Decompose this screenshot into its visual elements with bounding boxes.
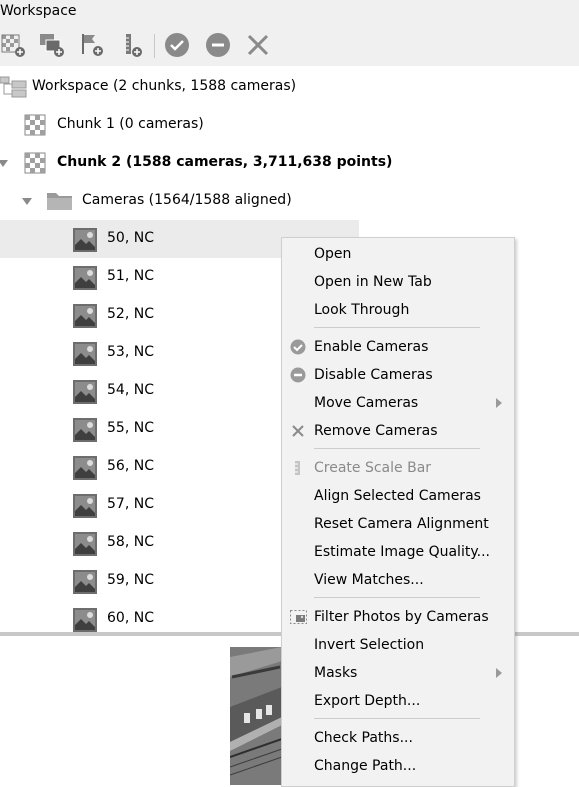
tree-item-chunk1[interactable]: Chunk 1 (0 cameras) [0,106,579,144]
menu-item-view-matches[interactable]: View Matches... [282,566,514,594]
menu-item-create-scale-bar[interactable]: Create Scale Bar [282,454,514,482]
menu-item-disable-cameras[interactable]: Disable Cameras [282,361,514,389]
chunk-icon [24,114,46,140]
menu-item-align-selected[interactable]: Align Selected Cameras [282,482,514,510]
menu-label: Reset Camera Alignment [314,516,489,532]
menu-item-export-depth[interactable]: Export Depth... [282,687,514,715]
enable-check-icon [290,339,306,355]
tree-label-chunk1: Chunk 1 (0 cameras) [57,116,204,132]
add-scalebar-icon[interactable] [121,32,147,58]
camera-photo-icon [73,380,97,408]
scalebar-icon [290,460,306,476]
menu-item-remove-cameras[interactable]: Remove Cameras [282,417,514,445]
camera-label: 51, NC [107,268,154,284]
menu-item-estimate-quality[interactable]: Estimate Image Quality... [282,538,514,566]
camera-label: 60, NC [107,610,154,626]
menu-separator [314,597,480,598]
menu-item-enable-cameras[interactable]: Enable Cameras [282,333,514,361]
camera-context-menu: Open Open in New Tab Look Through Enable… [281,237,515,787]
menu-item-move-cameras[interactable]: Move Cameras [282,389,514,417]
menu-label: Filter Photos by Cameras [314,609,489,625]
remove-x-icon[interactable] [245,32,271,58]
camera-photo-icon [73,266,97,294]
menu-item-change-path[interactable]: Change Path... [282,752,514,780]
menu-label: Check Paths... [314,730,413,746]
menu-item-open-new-tab[interactable]: Open in New Tab [282,268,514,296]
menu-label: Disable Cameras [314,367,433,383]
workspace-toolbar [0,24,579,66]
photo-preview-thumbnail [230,647,282,785]
menu-item-reset-alignment[interactable]: Reset Camera Alignment [282,510,514,538]
expand-arrow-icon[interactable] [0,160,8,167]
menu-label: Estimate Image Quality... [314,544,490,560]
disable-minus-icon[interactable] [205,32,231,58]
menu-label: Move Cameras [314,395,419,411]
menu-separator [314,718,480,719]
add-photos-icon[interactable] [39,32,65,58]
menu-label: Open [314,246,352,262]
remove-x-icon [290,423,306,439]
menu-label: Invert Selection [314,637,425,653]
camera-photo-icon [73,456,97,484]
tree-label-chunk2: Chunk 2 (1588 cameras, 3,711,638 points) [57,154,393,170]
menu-label: Enable Cameras [314,339,429,355]
tree-label-workspace: Workspace (2 chunks, 1588 cameras) [32,78,297,94]
menu-label: Change Path... [314,758,417,774]
menu-label: View Matches... [314,572,424,588]
camera-label: 50, NC [107,230,154,246]
camera-label: 53, NC [107,344,154,360]
camera-photo-icon [73,228,97,256]
menu-label: Export Depth... [314,693,421,709]
camera-label: 58, NC [107,534,154,550]
tree-label-cameras-folder: Cameras (1564/1588 aligned) [82,192,292,208]
camera-photo-icon [73,304,97,332]
folder-icon [46,190,74,216]
menu-separator [314,448,480,449]
submenu-arrow-icon [496,668,502,678]
expand-arrow-icon[interactable] [22,198,32,205]
chunk-icon [24,152,46,178]
toolbar-separator [154,34,155,58]
menu-item-look-through[interactable]: Look Through [282,296,514,324]
panel-titlebar: Workspace [0,0,579,24]
menu-item-check-paths[interactable]: Check Paths... [282,724,514,752]
camera-photo-icon [73,494,97,522]
camera-photo-icon [73,608,97,632]
filter-photos-icon [290,609,307,625]
camera-label: 52, NC [107,306,154,322]
camera-photo-icon [73,418,97,446]
panel-title: Workspace [0,3,77,19]
menu-item-invert-selection[interactable]: Invert Selection [282,631,514,659]
menu-label: Create Scale Bar [314,460,432,476]
workspace-icon [0,76,28,102]
add-chunk-icon[interactable] [0,32,26,58]
tree-item-cameras-folder[interactable]: Cameras (1564/1588 aligned) [0,182,579,220]
add-markers-icon[interactable] [80,32,106,58]
menu-item-masks[interactable]: Masks [282,659,514,687]
menu-item-open[interactable]: Open [282,240,514,268]
menu-label: Open in New Tab [314,274,432,290]
menu-label: Remove Cameras [314,423,438,439]
camera-label: 56, NC [107,458,154,474]
camera-photo-icon [73,570,97,598]
enable-check-icon[interactable] [164,32,190,58]
tree-item-chunk2[interactable]: Chunk 2 (1588 cameras, 3,711,638 points) [0,144,579,182]
menu-label: Align Selected Cameras [314,488,481,504]
camera-photo-icon [73,532,97,560]
menu-label: Look Through [314,302,410,318]
camera-label: 54, NC [107,382,154,398]
tree-item-workspace[interactable]: Workspace (2 chunks, 1588 cameras) [0,68,579,106]
camera-photo-icon [73,342,97,370]
camera-label: 57, NC [107,496,154,512]
camera-label: 59, NC [107,572,154,588]
menu-label: Masks [314,665,358,681]
menu-item-filter-photos[interactable]: Filter Photos by Cameras [282,603,514,631]
disable-minus-icon [290,367,306,383]
camera-label: 55, NC [107,420,154,436]
menu-separator [314,327,480,328]
submenu-arrow-icon [496,398,502,408]
